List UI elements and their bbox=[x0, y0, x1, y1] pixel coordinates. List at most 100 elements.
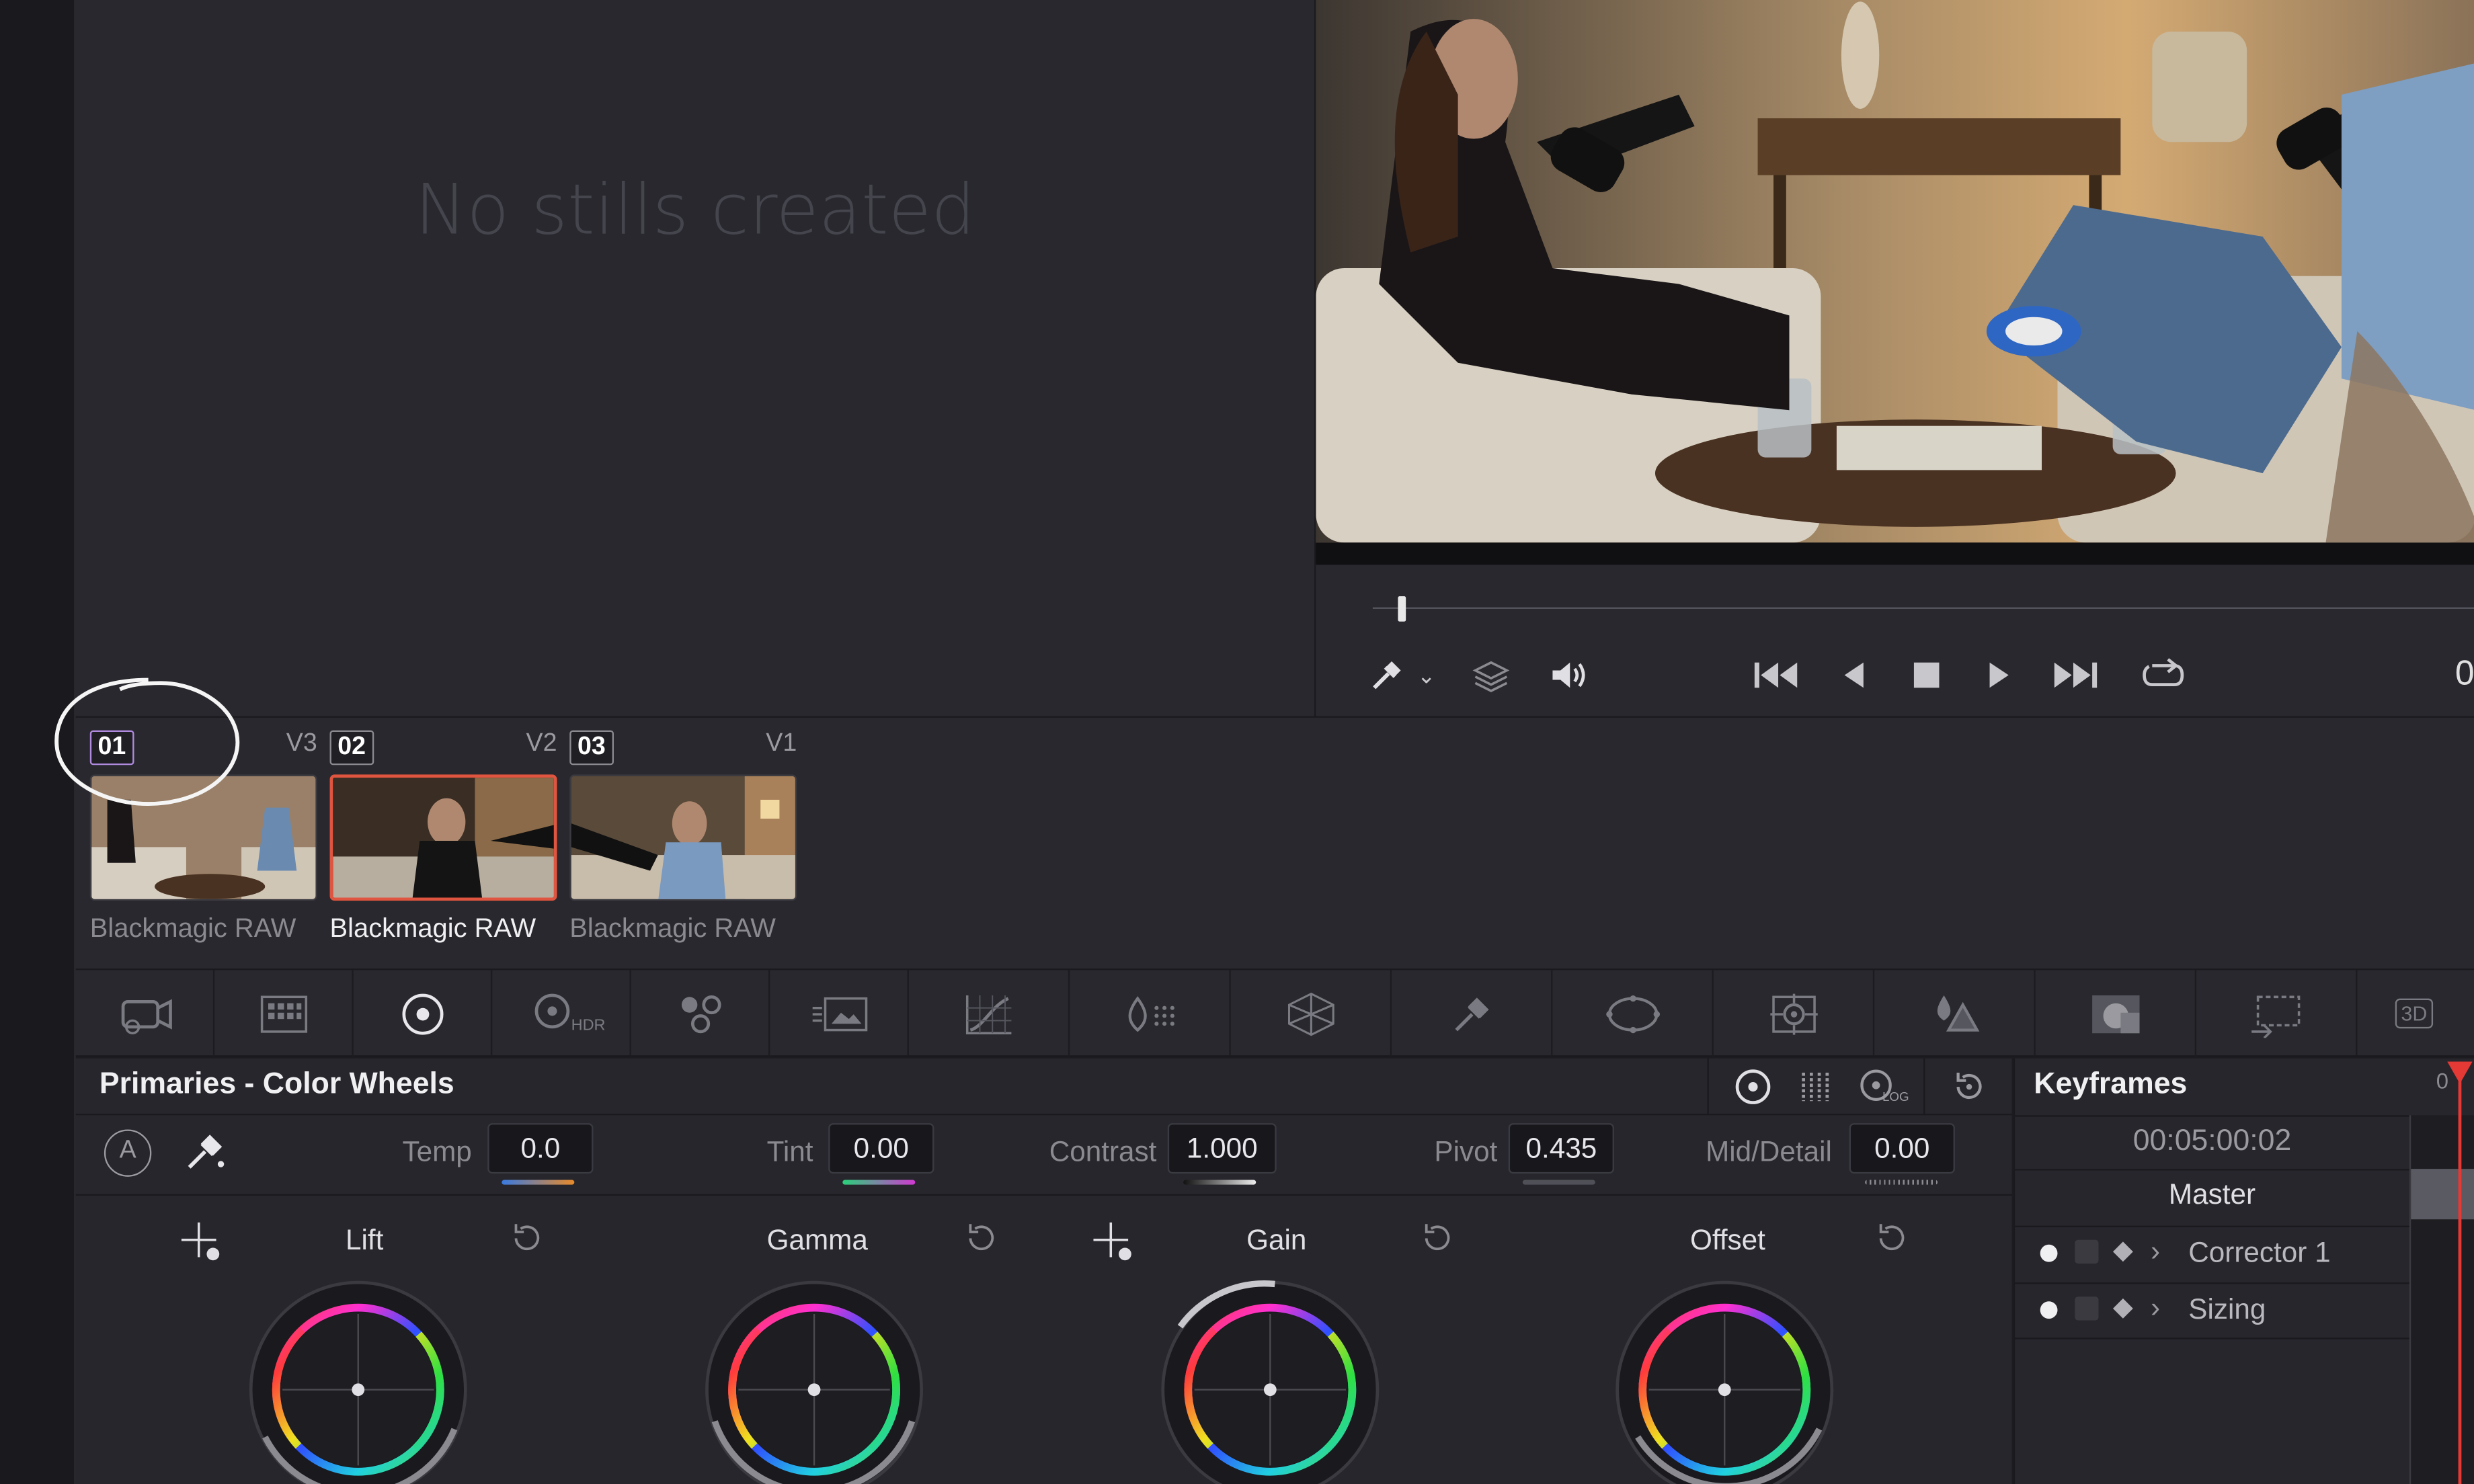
row-label: Corrector 1 bbox=[2188, 1237, 2331, 1268]
clip-label: Blackmagic RAW bbox=[569, 913, 776, 944]
keyframe-track[interactable]: 0 bbox=[2409, 1061, 2474, 1484]
magic-mask-icon[interactable] bbox=[1714, 970, 1875, 1057]
offset-wheel[interactable] bbox=[1615, 1280, 1834, 1484]
tracker-icon[interactable] bbox=[1552, 970, 1714, 1057]
key-icon[interactable] bbox=[2036, 970, 2197, 1057]
color-wheels-icon[interactable] bbox=[354, 970, 493, 1057]
clip-number: 02 bbox=[329, 730, 374, 766]
tint-slider[interactable] bbox=[842, 1180, 916, 1185]
rgb-mixer-icon[interactable] bbox=[631, 970, 770, 1057]
contrast-slider[interactable] bbox=[1183, 1180, 1256, 1185]
keyframe-playhead-handle[interactable] bbox=[2447, 1061, 2473, 1084]
temp-slider[interactable] bbox=[502, 1180, 575, 1185]
master-keyframe-bar bbox=[2411, 1169, 2474, 1220]
gain-reset-icon[interactable] bbox=[1419, 1221, 1453, 1266]
keyframes-panel: Keyframes 00:05:00:02 0 Master › Correct… bbox=[2013, 1058, 2474, 1484]
prev-frame-icon[interactable] bbox=[1831, 653, 1878, 698]
offset-reset-icon[interactable] bbox=[1873, 1221, 1908, 1266]
viewer-scrubber[interactable] bbox=[1372, 607, 2474, 609]
window-icon[interactable] bbox=[1392, 970, 1553, 1057]
panel-title: Primaries - Color Wheels bbox=[99, 1067, 454, 1102]
mid-detail-label: Mid/Detail bbox=[1706, 1135, 1832, 1167]
keyframes-title: Keyframes bbox=[2034, 1067, 2188, 1102]
gamma-title: Gamma bbox=[766, 1224, 868, 1256]
motion-effects-icon[interactable] bbox=[770, 970, 909, 1057]
gallery-panel: No stills created bbox=[75, 0, 1315, 716]
keyframe-timecode-partial: 0 bbox=[2436, 1067, 2449, 1094]
qualifier-icon[interactable] bbox=[1231, 970, 1392, 1057]
offset-title: Offset bbox=[1689, 1224, 1765, 1256]
skip-end-icon[interactable] bbox=[2051, 653, 2098, 698]
row-label: Sizing bbox=[2188, 1293, 2266, 1325]
clip-thumbnail[interactable] bbox=[329, 774, 557, 901]
stop-icon[interactable] bbox=[1903, 653, 1950, 698]
expand-chevron-icon[interactable]: › bbox=[2151, 1235, 2160, 1268]
color-warper-icon[interactable] bbox=[1070, 970, 1231, 1057]
keyframes-timecode: 00:05:00:02 bbox=[2015, 1115, 2409, 1169]
viewer-timecode: 0 bbox=[2455, 653, 2474, 693]
gamma-reset-icon[interactable] bbox=[963, 1221, 998, 1266]
skip-start-icon[interactable] bbox=[1753, 653, 1800, 698]
color-wheels bbox=[249, 1280, 1834, 1484]
curves-icon[interactable] bbox=[909, 970, 1070, 1057]
lock-icon[interactable] bbox=[2075, 1239, 2099, 1264]
log-label: LOG bbox=[1882, 1089, 1909, 1104]
reset-all-icon[interactable] bbox=[1923, 1058, 2011, 1116]
bars-mode-icon[interactable] bbox=[1784, 1059, 1847, 1115]
play-icon[interactable] bbox=[1975, 653, 2022, 698]
pivot-label: Pivot bbox=[1434, 1135, 1498, 1167]
pivot-field[interactable]: 0.435 bbox=[1508, 1123, 1614, 1174]
video-frame bbox=[1316, 0, 2474, 543]
camera-raw-icon[interactable] bbox=[76, 970, 215, 1057]
tint-field[interactable]: 0.00 bbox=[828, 1123, 934, 1174]
lift-title: Lift bbox=[345, 1224, 384, 1256]
keyframe-diamond-icon[interactable] bbox=[2112, 1298, 2133, 1319]
auto-balance-button[interactable]: A bbox=[104, 1129, 152, 1177]
mid-detail-slider[interactable] bbox=[1865, 1180, 1938, 1185]
hdr-wheels-icon[interactable]: HDR bbox=[492, 970, 631, 1057]
loop-icon[interactable] bbox=[2140, 653, 2187, 698]
hdr-label: HDR bbox=[571, 1017, 606, 1035]
lift-wheel[interactable] bbox=[249, 1280, 467, 1484]
color-match-icon[interactable] bbox=[214, 970, 354, 1057]
chevron-down-icon[interactable]: ⌄ bbox=[1414, 653, 1439, 698]
gain-wheel[interactable] bbox=[1161, 1280, 1380, 1484]
keyframe-row-sizing[interactable]: › Sizing bbox=[2015, 1282, 2409, 1339]
lock-icon[interactable] bbox=[2075, 1296, 2099, 1321]
picker-icon[interactable] bbox=[1363, 653, 1410, 698]
clip-thumbnail[interactable] bbox=[569, 774, 797, 901]
clip-timeline: 01 V3 Blackmagic RAW 02 V2 Blackmagic RA… bbox=[54, 677, 2474, 971]
keyframe-playhead[interactable] bbox=[2458, 1061, 2462, 1484]
primaries-mode-switcher: LOG bbox=[1707, 1058, 2011, 1116]
viewer-panel: ⌄ 0 bbox=[1314, 0, 2474, 716]
gamma-wheel[interactable] bbox=[705, 1280, 923, 1484]
keyframe-row-corrector[interactable]: › Corrector 1 bbox=[2015, 1225, 2409, 1282]
viewer-playhead[interactable] bbox=[1398, 596, 1406, 622]
blur-icon[interactable] bbox=[1874, 970, 2036, 1057]
volume-icon[interactable] bbox=[1545, 653, 1592, 698]
color-tools-toolbar: HDR 3D bbox=[75, 970, 2474, 1057]
expand-chevron-icon[interactable]: › bbox=[2151, 1292, 2160, 1325]
lift-reset-icon[interactable] bbox=[508, 1221, 543, 1266]
contrast-field[interactable]: 1.000 bbox=[1167, 1123, 1277, 1174]
clip-track: V3 bbox=[286, 730, 317, 757]
log-mode-icon[interactable]: LOG bbox=[1847, 1059, 1911, 1115]
mid-detail-field[interactable]: 0.00 bbox=[1849, 1123, 1955, 1174]
clip-label: Blackmagic RAW bbox=[329, 913, 536, 944]
3d-icon[interactable]: 3D bbox=[2357, 970, 2471, 1057]
keyframe-diamond-icon[interactable] bbox=[2112, 1241, 2133, 1262]
master-row[interactable]: Master bbox=[2015, 1169, 2409, 1225]
highlight-annotation-circle bbox=[54, 677, 240, 806]
primaries-panel: Primaries - Color Wheels LOG A Temp 0.0 … bbox=[75, 1058, 2012, 1484]
pivot-slider[interactable] bbox=[1522, 1180, 1595, 1185]
tint-label: Tint bbox=[766, 1135, 813, 1167]
temp-field[interactable]: 0.0 bbox=[487, 1123, 594, 1174]
enable-dot-icon[interactable] bbox=[2040, 1244, 2058, 1262]
enable-dot-icon[interactable] bbox=[2040, 1301, 2058, 1319]
clip-track: V2 bbox=[526, 730, 557, 757]
layers-icon[interactable] bbox=[1468, 653, 1515, 698]
wheels-mode-icon[interactable] bbox=[1722, 1059, 1785, 1115]
sizing-icon[interactable] bbox=[2196, 970, 2358, 1057]
3d-label: 3D bbox=[2395, 998, 2434, 1029]
white-balance-picker-icon[interactable] bbox=[183, 1129, 230, 1181]
